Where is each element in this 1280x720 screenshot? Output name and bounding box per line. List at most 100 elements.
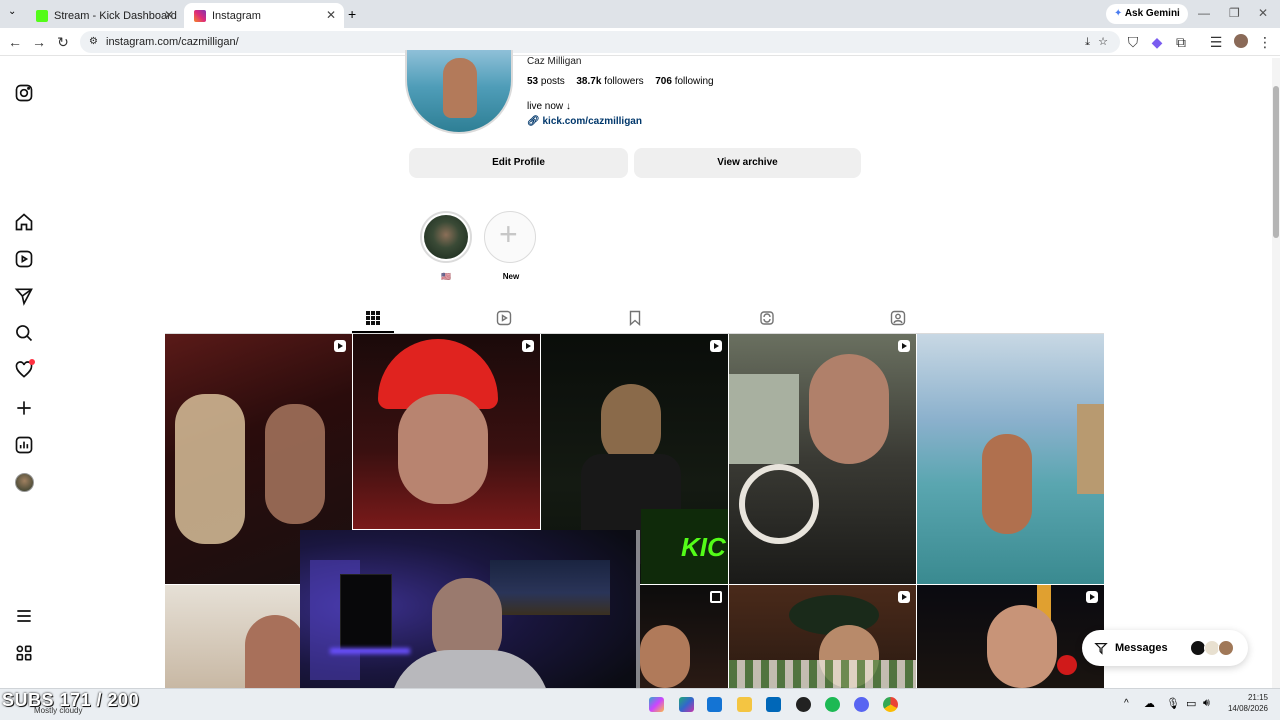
insights-icon[interactable] bbox=[14, 435, 34, 455]
close-icon[interactable]: ✕ bbox=[326, 8, 336, 22]
taskbar-clock[interactable]: 21:15 14/08/2026 bbox=[1218, 692, 1268, 714]
tv-screen bbox=[340, 574, 392, 650]
reload-icon[interactable]: ↻ bbox=[54, 34, 72, 51]
profile-link[interactable]: 🔗︎ kick.com/cazmilligan bbox=[527, 116, 642, 127]
bookmark-star-icon[interactable]: ☆ bbox=[1098, 31, 1108, 53]
new-tab-button[interactable]: + bbox=[348, 6, 356, 22]
extension-shield-icon[interactable]: ⛉ bbox=[1124, 34, 1142, 51]
tray-chevron-icon[interactable]: ^ bbox=[1124, 698, 1129, 709]
tab-title: Instagram bbox=[212, 9, 261, 22]
install-app-icon[interactable]: ⤓ bbox=[1085, 31, 1090, 53]
direct-send-icon[interactable] bbox=[14, 286, 34, 306]
site-info-icon[interactable]: ⚙ bbox=[89, 31, 98, 53]
restore-icon[interactable]: ❐ bbox=[1229, 6, 1240, 20]
profile-full-name: Caz Milligan bbox=[527, 56, 582, 67]
posts-grid-icon[interactable] bbox=[365, 310, 381, 326]
highlight-label: 🇺🇸 bbox=[441, 272, 451, 281]
reposts-icon[interactable] bbox=[759, 310, 775, 326]
more-menu-icon[interactable] bbox=[14, 606, 34, 626]
reel-icon bbox=[334, 340, 346, 352]
page-scrollbar[interactable] bbox=[1272, 58, 1280, 688]
instagram-icon bbox=[194, 9, 206, 22]
reels-tab-icon[interactable] bbox=[496, 310, 512, 326]
tab-instagram[interactable]: Instagram ✕ bbox=[184, 3, 344, 28]
network-icon[interactable]: ▭ bbox=[1186, 697, 1196, 710]
instagram-logo-icon[interactable] bbox=[14, 83, 34, 103]
window-night-city bbox=[490, 560, 610, 615]
highlight-thumbnail bbox=[424, 215, 468, 259]
tab-search-icon[interactable]: ⌄ bbox=[8, 6, 16, 17]
notification-dot bbox=[29, 359, 35, 365]
extensions-puzzle-icon[interactable]: ⧉ bbox=[1172, 34, 1190, 51]
onedrive-icon[interactable]: ☁ bbox=[1144, 697, 1155, 710]
close-icon[interactable]: ✕ bbox=[164, 8, 174, 22]
file-explorer-icon[interactable] bbox=[737, 697, 752, 712]
minimize-icon[interactable]: — bbox=[1198, 6, 1210, 20]
new-highlight-button[interactable]: + bbox=[484, 211, 536, 263]
profile-avatar[interactable] bbox=[1234, 34, 1248, 48]
post-thumbnail[interactable] bbox=[917, 334, 1104, 584]
reading-list-icon[interactable]: ☰ bbox=[1207, 34, 1225, 51]
avatar bbox=[1218, 640, 1234, 656]
post-thumbnail[interactable] bbox=[353, 334, 540, 529]
discord-icon[interactable] bbox=[854, 697, 869, 712]
gemini-icon: ✦ bbox=[1114, 8, 1123, 19]
reel-icon bbox=[522, 340, 534, 352]
tab-kick-dashboard[interactable]: Stream - Kick Dashboard ✕ bbox=[26, 3, 182, 28]
reel-icon bbox=[710, 340, 722, 352]
window-close-icon[interactable]: ✕ bbox=[1258, 6, 1268, 20]
carousel-icon bbox=[710, 591, 722, 603]
menu-kebab-icon[interactable]: ⋮ bbox=[1256, 34, 1274, 51]
extension-gem-icon[interactable]: ◆ bbox=[1148, 34, 1166, 51]
tagged-icon[interactable] bbox=[890, 310, 906, 326]
profile-picture-figure bbox=[443, 58, 477, 118]
browser-tab-bar: ⌄ Stream - Kick Dashboard ✕ Instagram ✕ … bbox=[0, 0, 1280, 28]
store-icon[interactable] bbox=[766, 697, 781, 712]
plus-icon: + bbox=[499, 216, 518, 252]
spotify-icon[interactable] bbox=[825, 697, 840, 712]
post-thumbnail[interactable] bbox=[729, 334, 916, 584]
scrollbar-thumb[interactable] bbox=[1273, 86, 1279, 238]
overlay-border bbox=[636, 530, 640, 688]
reels-icon[interactable] bbox=[14, 249, 34, 269]
address-bar[interactable]: ⚙ instagram.com/cazmilligan/ ⤓ ☆ bbox=[80, 31, 1120, 53]
reel-icon bbox=[1086, 591, 1098, 603]
active-tab-indicator bbox=[352, 331, 394, 333]
forward-icon[interactable]: → bbox=[30, 34, 48, 50]
back-icon[interactable]: ← bbox=[6, 34, 24, 50]
create-plus-icon[interactable] bbox=[14, 398, 34, 418]
notifications-heart-icon[interactable] bbox=[14, 359, 35, 380]
following-link[interactable]: 706 following bbox=[655, 76, 713, 87]
posts-count: 53 bbox=[527, 76, 539, 87]
profile-picture[interactable] bbox=[405, 50, 513, 134]
search-icon[interactable] bbox=[14, 323, 34, 343]
saved-bookmark-icon[interactable] bbox=[627, 310, 643, 327]
also-from-meta-icon[interactable] bbox=[14, 643, 34, 663]
ask-gemini-button[interactable]: ✦ Ask Gemini bbox=[1106, 4, 1188, 24]
subs-goal-overlay: SUBS 171 / 200 bbox=[2, 690, 140, 710]
tab-title: Stream - Kick Dashboard bbox=[54, 9, 177, 22]
microphone-icon[interactable]: 🎙︎ bbox=[1166, 697, 1180, 710]
link-icon: 🔗︎ bbox=[527, 116, 540, 127]
profile-stats: 53 posts 38.7k followers 706 following bbox=[527, 76, 714, 87]
copilot-icon[interactable] bbox=[649, 697, 664, 712]
windows-taskbar: ^ ☁ 🎙︎ ▭ 🔊︎ bbox=[0, 688, 1280, 720]
view-archive-button[interactable]: View archive bbox=[634, 148, 861, 178]
followers-link[interactable]: 38.7k followers bbox=[576, 76, 643, 87]
office-icon[interactable] bbox=[679, 697, 694, 712]
new-highlight-label: New bbox=[502, 272, 520, 281]
browser-toolbar: ← → ↻ ⚙ instagram.com/cazmilligan/ ⤓ ☆ ⛉… bbox=[0, 28, 1280, 56]
profile-avatar[interactable] bbox=[15, 473, 34, 492]
volume-icon[interactable]: 🔊︎ bbox=[1203, 697, 1210, 710]
messages-button[interactable]: Messages bbox=[1082, 630, 1248, 666]
post-thumbnail[interactable] bbox=[640, 585, 728, 688]
home-icon[interactable] bbox=[14, 212, 34, 232]
post-thumbnail[interactable] bbox=[917, 585, 1104, 688]
post-thumbnail[interactable] bbox=[729, 585, 916, 688]
kick-icon bbox=[36, 9, 48, 22]
obs-icon[interactable] bbox=[796, 697, 811, 712]
edit-profile-button[interactable]: Edit Profile bbox=[409, 148, 628, 178]
outlook-icon[interactable] bbox=[707, 697, 722, 712]
chrome-icon[interactable] bbox=[883, 697, 898, 712]
highlight-story[interactable] bbox=[420, 211, 472, 263]
